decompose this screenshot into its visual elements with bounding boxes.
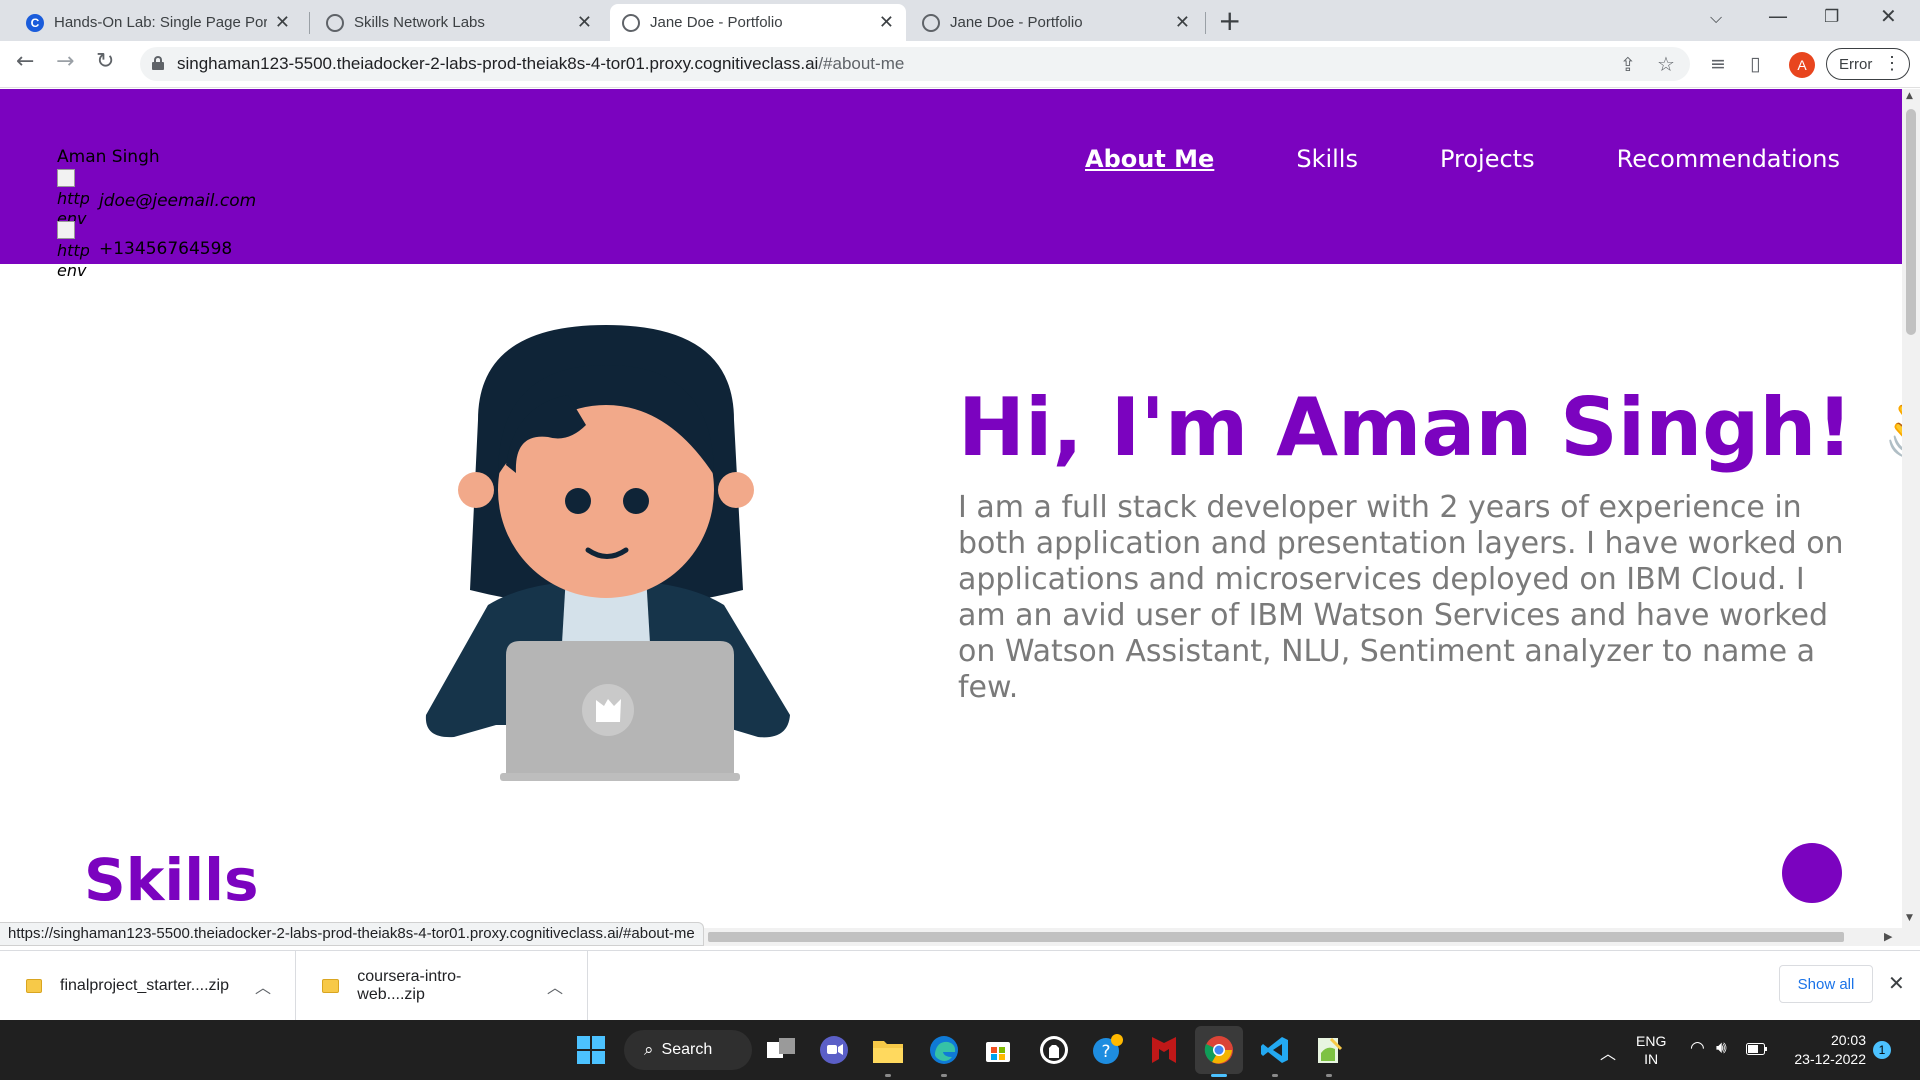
contact-name: Aman Singh (57, 147, 160, 167)
taskbar-search[interactable]: ⌕ Search (624, 1030, 752, 1070)
scroll-thumb[interactable] (1906, 109, 1916, 335)
page-viewport: About Me Skills Projects Recommendations… (0, 89, 1902, 928)
floating-action-button[interactable] (1782, 843, 1842, 903)
teams-chat-icon[interactable] (818, 1034, 850, 1066)
restore-button[interactable]: ❐ (1824, 7, 1839, 27)
download-bar: finalproject_starter....zip ︿ coursera-i… (0, 950, 1920, 1021)
profile-avatar[interactable]: A (1789, 52, 1815, 78)
forward-button[interactable]: → (56, 49, 74, 74)
globe-icon (326, 13, 344, 32)
broken-image-icon (57, 221, 75, 239)
skills-heading: Skills (84, 846, 259, 914)
developer-illustration (425, 325, 790, 781)
tab-search-chevron-icon[interactable]: ⌵ (1710, 8, 1722, 28)
lock-icon[interactable] (152, 56, 164, 70)
hero-description: I am a full stack developer with 2 years… (958, 490, 1844, 705)
battery-icon[interactable] (1746, 1042, 1768, 1080)
minimize-button[interactable]: — (1768, 4, 1788, 28)
close-download-bar-icon[interactable]: ✕ (1888, 971, 1905, 995)
scroll-up-arrow-icon[interactable]: ▲ (1906, 91, 1913, 101)
search-icon: ⌕ (644, 1040, 654, 1059)
status-bar-url: https://singhaman123-5500.theiadocker-2-… (0, 922, 704, 946)
file-explorer-icon[interactable] (872, 1034, 904, 1066)
tab-title: Jane Doe - Portfolio (650, 14, 783, 31)
wifi-icon[interactable]: ◠ (1690, 1038, 1705, 1080)
media-control-icon[interactable]: ≡ (1710, 53, 1726, 75)
share-icon[interactable]: ⇪ (1620, 54, 1636, 76)
scroll-right-arrow-icon[interactable]: ▶ (1884, 930, 1892, 943)
broken-phone-icon: http env (57, 221, 89, 281)
windows-start-icon[interactable] (575, 1034, 607, 1066)
tab-jane-doe-portfolio[interactable]: Jane Doe - Portfolio ✕ (910, 4, 1202, 41)
close-window-button[interactable]: ✕ (1880, 4, 1897, 28)
close-tab-icon[interactable]: ✕ (879, 12, 894, 33)
zip-file-icon (322, 979, 340, 993)
back-button[interactable]: ← (16, 49, 34, 74)
download-filename: finalproject_starter....zip (60, 977, 229, 994)
mcafee-icon[interactable] (1148, 1034, 1180, 1066)
nav-recommendations[interactable]: Recommendations (1617, 145, 1840, 173)
zip-file-icon (26, 979, 43, 993)
tab-skills-network-labs[interactable]: Skills Network Labs ✕ (314, 4, 604, 41)
tab-title: Hands-On Lab: Single Page Portf (54, 14, 267, 31)
email-row: http env jdoe@jeemail.com (57, 169, 256, 229)
nav-about-me[interactable]: About Me (1085, 145, 1214, 173)
scroll-down-arrow-icon[interactable]: ▼ (1906, 913, 1913, 923)
language-indicator[interactable]: ENG IN (1636, 1032, 1666, 1080)
help-icon[interactable]: ? (1092, 1034, 1124, 1066)
hero-title: Hi, I'm Aman Singh! 👋 (958, 381, 1902, 474)
scroll-thumb[interactable] (708, 932, 1844, 942)
globe-icon (622, 13, 640, 32)
chevron-up-icon[interactable]: ︿ (255, 974, 271, 998)
broken-image-icon (57, 169, 75, 187)
contact-phone[interactable]: +13456764598 (99, 239, 232, 259)
browser-toolbar: ← → ↻ singhaman123-5500.theiadocker-2-la… (0, 41, 1920, 88)
bookmark-star-icon[interactable]: ☆ (1657, 52, 1675, 76)
chevron-up-icon[interactable]: ︿ (547, 974, 563, 998)
close-tab-icon[interactable]: ✕ (1175, 12, 1190, 33)
error-button[interactable]: Error ⋮ (1826, 48, 1910, 80)
show-all-button[interactable]: Show all (1779, 965, 1873, 1003)
download-item[interactable]: coursera-intro-web....zip ︿ (296, 951, 588, 1021)
nav-skills[interactable]: Skills (1296, 145, 1358, 173)
contact-info: Aman Singh http env jdoe@jeemail.com htt… (57, 147, 256, 281)
tab-jane-doe-portfolio-active[interactable]: Jane Doe - Portfolio ✕ (610, 4, 906, 41)
site-header: About Me Skills Projects Recommendations (0, 89, 1902, 264)
phone-row: http env +13456764598 (57, 221, 256, 281)
main-nav: About Me Skills Projects Recommendations (1085, 145, 1840, 173)
vscode-icon[interactable] (1259, 1034, 1291, 1066)
broken-email-icon: http env (57, 169, 89, 229)
microsoft-store-icon[interactable] (982, 1034, 1014, 1066)
windows-taskbar: ⌕ Search ? ︿ ENG IN ◠ 🔊︎ 20:03 23-12-202… (0, 1020, 1920, 1080)
vertical-scrollbar[interactable]: ▲ ▼ (1902, 89, 1920, 928)
tab-strip: C Hands-On Lab: Single Page Portf ✕ Skil… (0, 0, 1920, 41)
menu-dots-icon[interactable]: ⋮ (1883, 53, 1901, 74)
volume-icon[interactable]: 🔊︎ (1716, 1038, 1727, 1080)
download-filename: coursera-intro-web....zip (357, 968, 462, 1003)
side-panel-icon[interactable]: ▯ (1750, 53, 1760, 75)
contact-email[interactable]: jdoe@jeemail.com (99, 191, 256, 211)
tab-hands-on-lab[interactable]: C Hands-On Lab: Single Page Portf ✕ (14, 4, 302, 41)
nav-projects[interactable]: Projects (1440, 145, 1535, 173)
task-view-icon[interactable] (765, 1034, 797, 1066)
tab-title: Skills Network Labs (354, 14, 485, 31)
globe-icon (922, 13, 940, 32)
coursera-icon: C (26, 13, 44, 32)
close-tab-icon[interactable]: ✕ (577, 12, 592, 33)
new-tab-button[interactable]: + (1218, 6, 1241, 36)
chrome-icon[interactable] (1195, 1026, 1243, 1074)
tab-title: Jane Doe - Portfolio (950, 14, 1083, 31)
svg-text:?: ? (1101, 1042, 1110, 1062)
clock[interactable]: 20:03 23-12-2022 (1790, 1031, 1866, 1080)
notepad-plus-icon[interactable] (1313, 1034, 1345, 1066)
notification-badge[interactable]: 1 (1873, 1041, 1891, 1059)
edge-browser-icon[interactable] (928, 1034, 960, 1066)
close-tab-icon[interactable]: ✕ (275, 12, 290, 33)
github-icon[interactable] (1038, 1034, 1070, 1066)
show-hidden-icons-chevron[interactable]: ︿ (1600, 1040, 1616, 1080)
reload-button[interactable]: ↻ (96, 49, 114, 74)
address-bar[interactable]: singhaman123-5500.theiadocker-2-labs-pro… (140, 47, 1690, 81)
url-text[interactable]: singhaman123-5500.theiadocker-2-labs-pro… (177, 54, 904, 74)
download-item[interactable]: finalproject_starter....zip ︿ (0, 951, 296, 1021)
